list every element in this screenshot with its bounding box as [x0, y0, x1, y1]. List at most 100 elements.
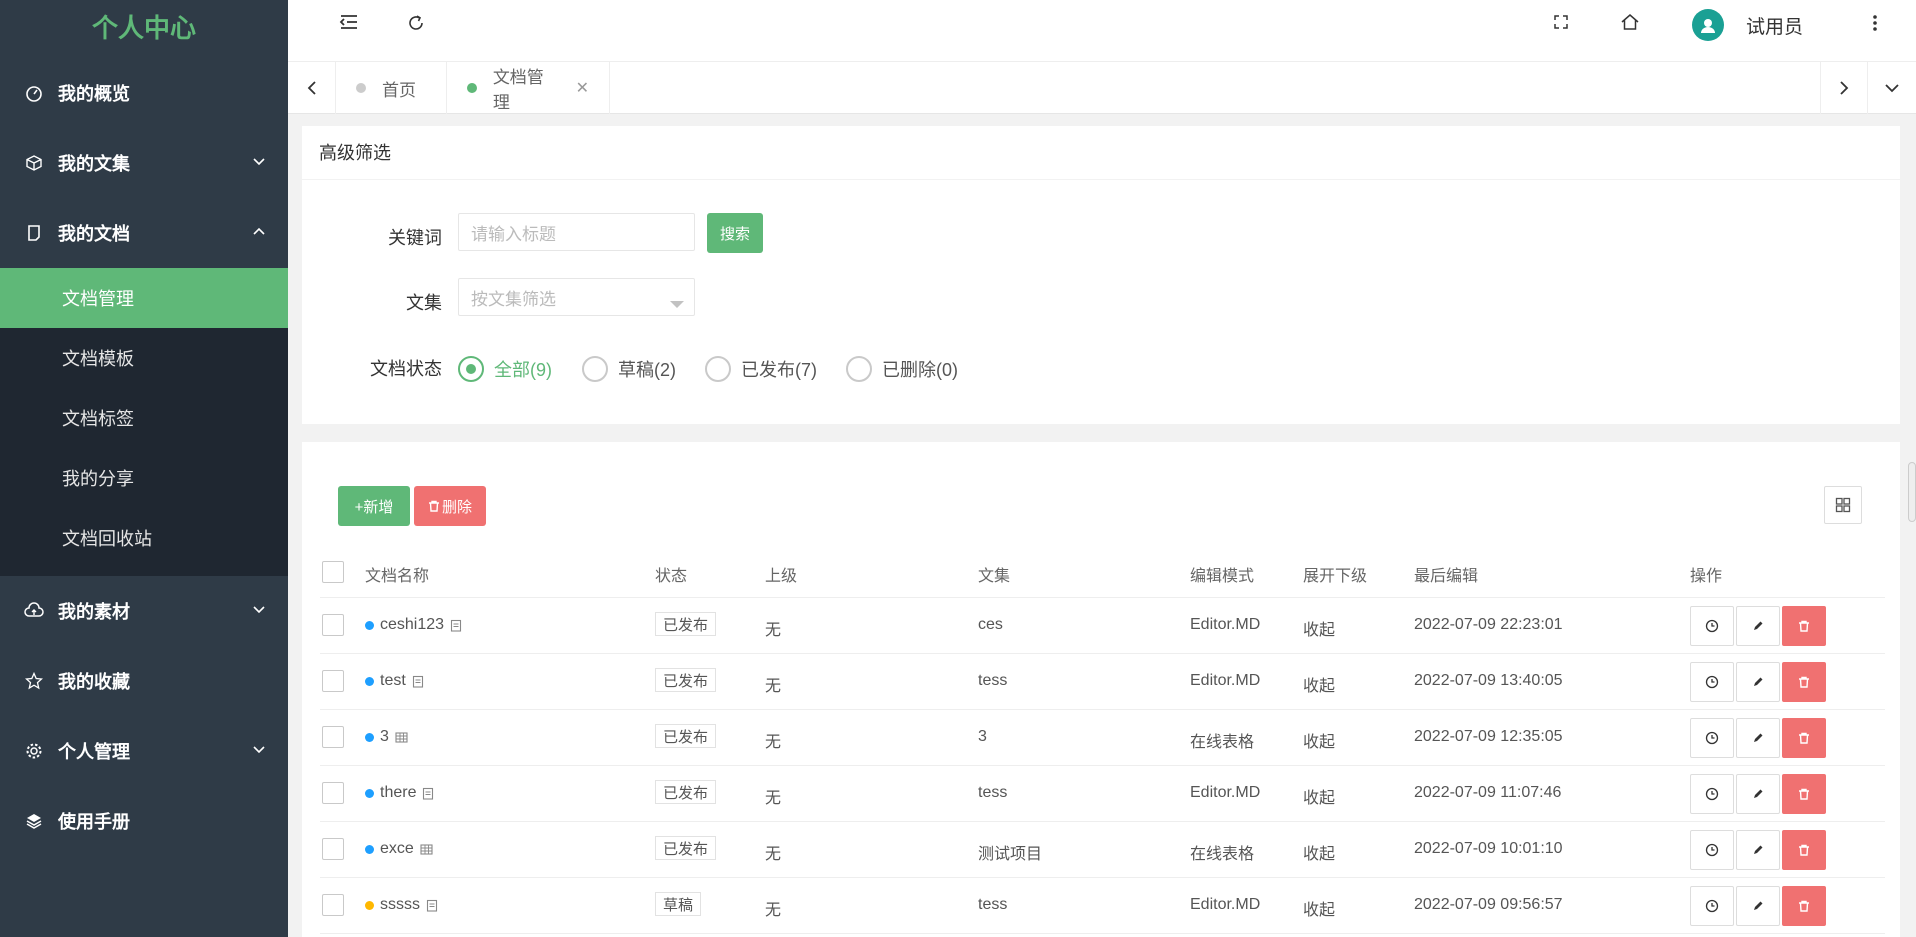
column-header[interactable]: 上级: [765, 562, 797, 586]
search-button[interactable]: 搜索: [707, 213, 763, 253]
row-checkbox[interactable]: [322, 670, 344, 692]
keyword-label: 关键词: [388, 228, 442, 248]
history-button[interactable]: [1690, 886, 1734, 926]
trash-icon: [1798, 676, 1810, 688]
edit-button[interactable]: [1736, 718, 1780, 758]
home-icon[interactable]: [1618, 10, 1642, 34]
sidebar-subitem-doc-template[interactable]: 文档模板: [0, 328, 288, 388]
doc-title-link[interactable]: test: [365, 672, 424, 690]
delete-row-button[interactable]: [1782, 606, 1826, 646]
close-icon[interactable]: ✕: [576, 78, 589, 98]
history-button[interactable]: [1690, 606, 1734, 646]
sidebar-item-favorites[interactable]: 我的收藏: [0, 646, 288, 716]
column-header[interactable]: 状态: [655, 562, 687, 586]
history-button[interactable]: [1690, 662, 1734, 702]
last-edited-cell: 2022-07-09 22:23:01: [1414, 616, 1563, 633]
fullscreen-icon[interactable]: [1549, 10, 1573, 34]
collection-cell: tess: [978, 672, 1008, 689]
doc-title-link[interactable]: 3: [365, 728, 408, 746]
status-radio-all[interactable]: 全部(9): [458, 356, 552, 382]
column-header[interactable]: 展开下级: [1303, 562, 1367, 586]
column-header[interactable]: 操作: [1690, 562, 1722, 586]
tab-home[interactable]: 首页: [336, 62, 447, 114]
refresh-icon[interactable]: [404, 11, 428, 35]
delete-row-button[interactable]: [1782, 886, 1826, 926]
row-checkbox[interactable]: [322, 838, 344, 860]
history-button[interactable]: [1690, 830, 1734, 870]
sidebar-subitem-my-share[interactable]: 我的分享: [0, 448, 288, 508]
tab-scroll-left-button[interactable]: [288, 62, 336, 114]
add-button[interactable]: +新增: [338, 486, 410, 526]
status-radio-draft[interactable]: 草稿(2): [582, 356, 676, 382]
sidebar-item-label: 使用手册: [58, 812, 130, 832]
edit-button[interactable]: [1736, 886, 1780, 926]
sidebar-item-materials[interactable]: 我的素材: [0, 576, 288, 646]
row-checkbox[interactable]: [322, 782, 344, 804]
row-checkbox[interactable]: [322, 614, 344, 636]
doc-title-link[interactable]: sssss: [365, 896, 438, 914]
tab-dropdown-button[interactable]: [1868, 62, 1916, 114]
column-header[interactable]: 编辑模式: [1190, 562, 1254, 586]
sidebar-subitem-recycle-bin[interactable]: 文档回收站: [0, 508, 288, 568]
tab-doc-manage[interactable]: 文档管理 ✕: [447, 62, 610, 114]
table-row[interactable]: ceshi123 已发布 无 ces Editor.MD 收起 2022-07-09 22:…: [320, 598, 1885, 654]
parent-cell: 无: [765, 678, 782, 695]
delete-row-button[interactable]: [1782, 718, 1826, 758]
table-row[interactable]: 3 已发布 无 3 在线表格 收起 2022-07-09 12:35:05: [320, 710, 1885, 766]
layers-icon: [24, 811, 44, 831]
pencil-icon: [1752, 620, 1764, 632]
collection-select[interactable]: 按文集筛选: [458, 278, 695, 316]
menu-fold-icon[interactable]: [337, 10, 361, 34]
doc-title-link[interactable]: exce: [365, 840, 433, 858]
select-all-checkbox[interactable]: [322, 561, 344, 583]
column-header[interactable]: 文档名称: [365, 562, 429, 586]
edit-button[interactable]: [1736, 662, 1780, 702]
delete-row-button[interactable]: [1782, 830, 1826, 870]
sidebar-item-label: 我的概览: [58, 84, 130, 104]
sidebar-subitem-doc-tags[interactable]: 文档标签: [0, 388, 288, 448]
edit-button[interactable]: [1736, 774, 1780, 814]
edit-mode-cell: 在线表格: [1190, 846, 1255, 863]
edit-mode-cell: Editor.MD: [1190, 896, 1261, 913]
doc-title-link[interactable]: ceshi123: [365, 616, 462, 634]
user-name[interactable]: 试用员: [1746, 12, 1803, 39]
tab-scroll-right-button[interactable]: [1820, 62, 1868, 114]
avatar[interactable]: [1692, 9, 1724, 41]
table-row[interactable]: test 已发布 无 tess Editor.MD 收起 2022-07-09 13:40:…: [320, 654, 1885, 710]
sidebar-item-personal-manage[interactable]: 个人管理: [0, 716, 288, 786]
keyword-input[interactable]: 请输入标题: [458, 213, 695, 251]
page-scrollbar[interactable]: [1908, 462, 1916, 522]
doc-title-link[interactable]: there: [365, 784, 434, 802]
status-radio-deleted[interactable]: 已删除(0): [846, 356, 958, 382]
column-settings-button[interactable]: [1824, 486, 1862, 524]
edit-button[interactable]: [1736, 830, 1780, 870]
history-button[interactable]: [1690, 718, 1734, 758]
row-checkbox[interactable]: [322, 894, 344, 916]
edit-button[interactable]: [1736, 606, 1780, 646]
column-header[interactable]: 最后编辑: [1414, 562, 1478, 586]
document-table-panel: +新增 删除 文档名称 状态 上级 文集 编辑模式 展开下级 最后编辑 操作 c…: [302, 442, 1900, 937]
table-row[interactable]: exce 已发布 无 测试项目 在线表格 收起 2022-07-09 10:01:10: [320, 822, 1885, 878]
sidebar-subitem-doc-manage[interactable]: 文档管理: [0, 268, 288, 328]
doc-icon: [450, 619, 462, 632]
last-edited-cell: 2022-07-09 13:40:05: [1414, 672, 1563, 689]
collection-select-placeholder: 按文集筛选: [471, 289, 556, 309]
radio-circle: [582, 356, 608, 382]
row-checkbox[interactable]: [322, 726, 344, 748]
table-row[interactable]: sssss 草稿 无 tess Editor.MD 收起 2022-07-09 09:56:…: [320, 878, 1885, 934]
sidebar-item-collections[interactable]: 我的文集: [0, 128, 288, 198]
sidebar-item-documents[interactable]: 我的文档: [0, 198, 288, 268]
status-badge: 已发布: [655, 780, 717, 804]
column-header[interactable]: 文集: [978, 562, 1010, 586]
delete-row-button[interactable]: [1782, 774, 1826, 814]
status-radio-published[interactable]: 已发布(7): [705, 356, 817, 382]
delete-row-button[interactable]: [1782, 662, 1826, 702]
last-edited-cell: 2022-07-09 12:35:05: [1414, 728, 1563, 745]
more-vertical-icon[interactable]: [1863, 11, 1887, 35]
delete-button[interactable]: 删除: [414, 486, 486, 526]
history-button[interactable]: [1690, 774, 1734, 814]
sidebar-item-manual[interactable]: 使用手册: [0, 786, 288, 856]
sidebar-item-overview[interactable]: 我的概览: [0, 58, 288, 128]
table-row[interactable]: there 已发布 无 tess Editor.MD 收起 2022-07-09 11:07…: [320, 766, 1885, 822]
doc-title: ceshi123: [380, 616, 445, 633]
